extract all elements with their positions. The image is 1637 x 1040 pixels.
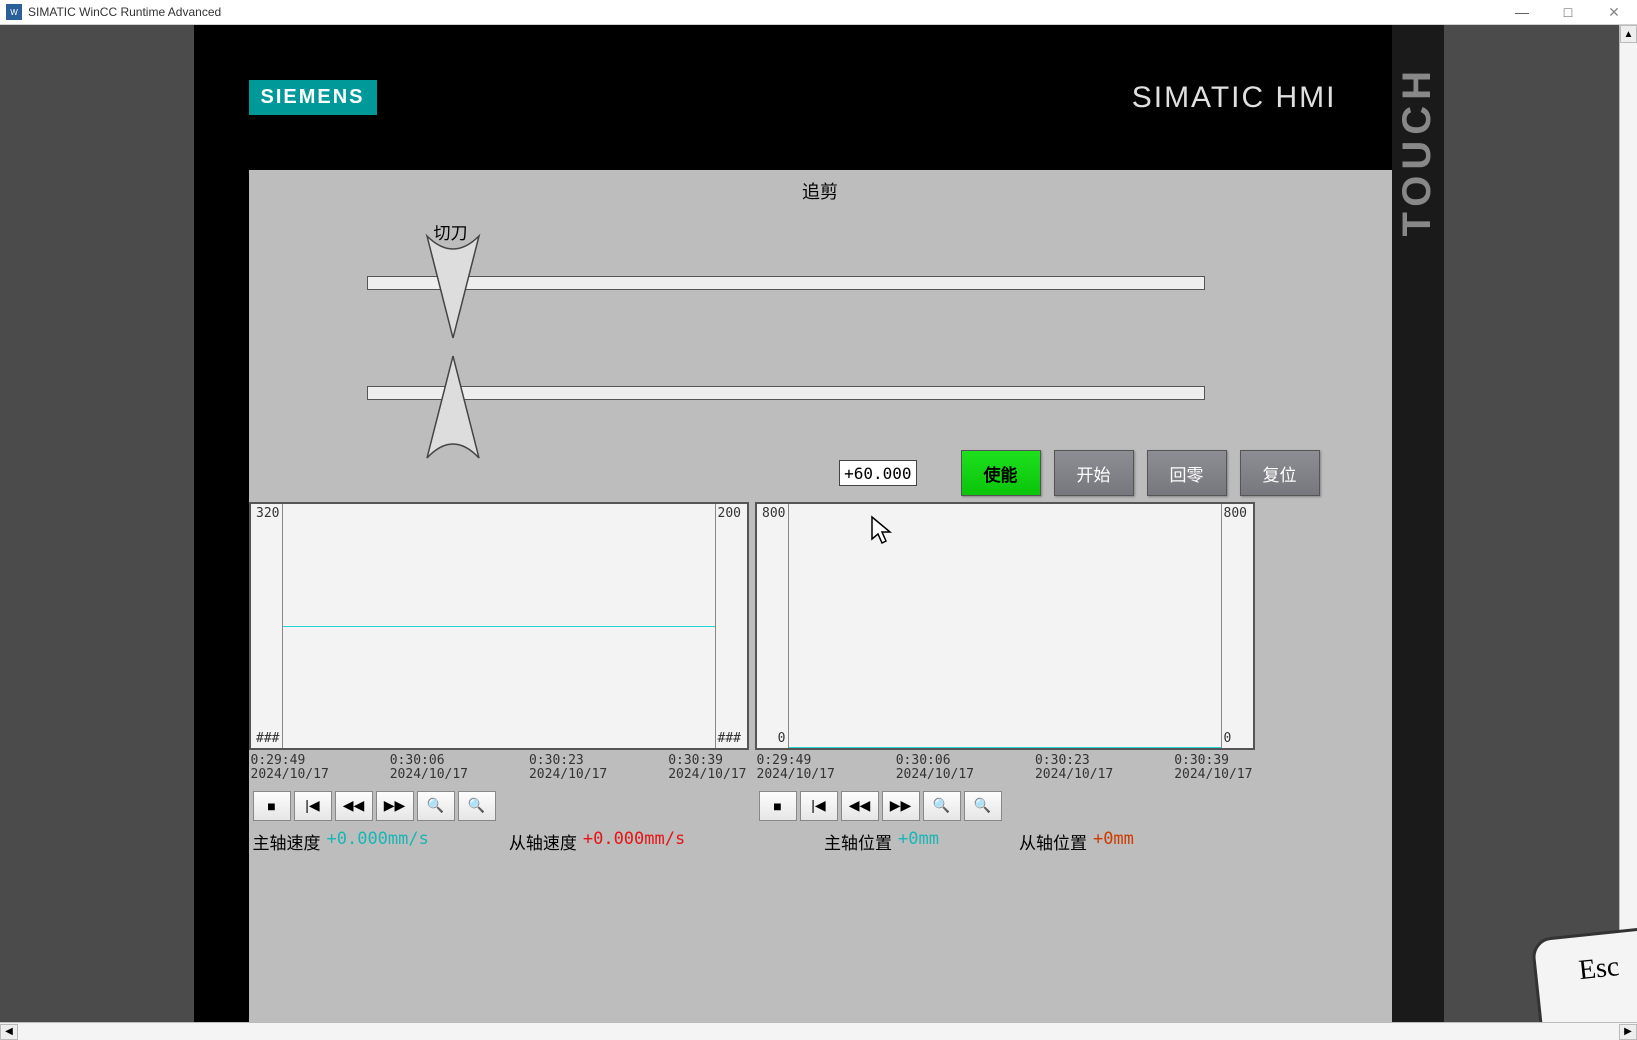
siemens-logo: SIEMENS bbox=[249, 80, 377, 115]
scroll-up-icon[interactable]: ▲ bbox=[1620, 25, 1637, 43]
trend-speed-y-right: 200 ### bbox=[715, 504, 747, 748]
status-row: 主轴速度 +0.000mm/s 从轴速度 +0.000mm/s 主轴位置 +0m… bbox=[249, 829, 1392, 854]
trend-row: 320 ### 200 ### bbox=[249, 496, 1392, 821]
trace-line bbox=[789, 747, 1221, 748]
plot-body bbox=[789, 504, 1221, 748]
esc-label: Esc bbox=[1577, 951, 1621, 987]
window-controls: — □ ✕ bbox=[1499, 0, 1637, 25]
plot-canvas bbox=[283, 504, 715, 748]
status-label: 主轴位置 bbox=[824, 829, 892, 854]
y-val: 800 bbox=[1224, 506, 1251, 521]
trend-zoomout-button[interactable]: 🔍 bbox=[458, 791, 496, 821]
trend-stop-button[interactable]: ■ bbox=[759, 791, 797, 821]
trend-first-button[interactable]: |◀ bbox=[294, 791, 332, 821]
trend-zoomout-button[interactable]: 🔍 bbox=[964, 791, 1002, 821]
trace-line bbox=[283, 626, 715, 627]
trend-zoomin-button[interactable]: 🔍 bbox=[923, 791, 961, 821]
plot-body bbox=[283, 504, 715, 748]
x-tick: 0:30:232024/10/17 bbox=[529, 754, 607, 783]
scroll-right-icon[interactable]: ▶ bbox=[1619, 1024, 1637, 1040]
y-val: 0 bbox=[759, 731, 786, 746]
app-icon: W bbox=[6, 4, 22, 20]
status-slave-speed: 从轴速度 +0.000mm/s bbox=[509, 829, 685, 854]
trend-forward-button[interactable]: ▶▶ bbox=[882, 791, 920, 821]
hmi-main: SIEMENS SIMATIC HMI 追剪 切刀 bbox=[194, 25, 1392, 1022]
trend-stop-button[interactable]: ■ bbox=[253, 791, 291, 821]
trend-speed-toolbar: ■ |◀ ◀◀ ▶▶ 🔍 🔍 bbox=[249, 791, 749, 821]
simatic-hmi-label: SIMATIC HMI bbox=[1132, 81, 1337, 115]
horizontal-scrollbar[interactable]: ◀ ▶ bbox=[0, 1022, 1637, 1040]
status-value: +0mm bbox=[1093, 829, 1134, 854]
viewport: SIEMENS SIMATIC HMI 追剪 切刀 bbox=[0, 25, 1637, 1022]
status-label: 主轴速度 bbox=[253, 829, 321, 854]
trend-plot-speed[interactable]: 320 ### 200 ### bbox=[249, 502, 749, 750]
trend-first-button[interactable]: |◀ bbox=[800, 791, 838, 821]
trend-plot-position[interactable]: 800 0 800 0 bbox=[755, 502, 1255, 750]
x-tick: 0:30:062024/10/17 bbox=[896, 754, 974, 783]
trend-pos-toolbar: ■ |◀ ◀◀ ▶▶ 🔍 🔍 bbox=[755, 791, 1255, 821]
trend-zoomin-button[interactable]: 🔍 bbox=[417, 791, 455, 821]
status-label: 从轴位置 bbox=[1019, 829, 1087, 854]
enable-button[interactable]: 使能 bbox=[961, 450, 1041, 496]
status-master-speed: 主轴速度 +0.000mm/s bbox=[253, 829, 429, 854]
trend-rewind-button[interactable]: ◀◀ bbox=[335, 791, 373, 821]
scroll-track[interactable] bbox=[1620, 43, 1637, 1004]
cutter-top-icon bbox=[425, 232, 481, 342]
status-position-group: 主轴位置 +0mm 从轴位置 +0mm bbox=[820, 829, 1392, 854]
vertical-scrollbar[interactable]: ▲ ▼ bbox=[1619, 25, 1637, 1022]
x-tick: 0:29:492024/10/17 bbox=[757, 754, 835, 783]
page-title: 追剪 bbox=[249, 178, 1392, 204]
hmi-frame: SIEMENS SIMATIC HMI 追剪 切刀 bbox=[194, 25, 1444, 1022]
x-tick: 0:29:492024/10/17 bbox=[251, 754, 329, 783]
reset-button[interactable]: 复位 bbox=[1240, 450, 1320, 496]
status-value: +0.000mm/s bbox=[327, 829, 429, 854]
cutter-diagram: 切刀 使能 开始 回零 复位 bbox=[249, 216, 1392, 496]
material-top-bar bbox=[367, 276, 1205, 290]
status-value: +0.000mm/s bbox=[583, 829, 685, 854]
y-val: 0 bbox=[1224, 731, 1251, 746]
status-speed-group: 主轴速度 +0.000mm/s 从轴速度 +0.000mm/s bbox=[249, 829, 821, 854]
hmi-screen: 追剪 切刀 使能 开始 bbox=[249, 170, 1392, 1022]
status-master-position: 主轴位置 +0mm bbox=[824, 829, 939, 854]
cutter-bottom-icon bbox=[425, 352, 481, 462]
trend-pos-y-left: 800 0 bbox=[757, 504, 789, 748]
target-value-input[interactable] bbox=[839, 460, 917, 486]
touch-label: TOUCH bbox=[1395, 65, 1440, 236]
x-tick: 0:30:392024/10/17 bbox=[668, 754, 746, 783]
home-button[interactable]: 回零 bbox=[1147, 450, 1227, 496]
x-tick: 0:30:062024/10/17 bbox=[390, 754, 468, 783]
y-val: 800 bbox=[759, 506, 786, 521]
scroll-track[interactable] bbox=[18, 1024, 1619, 1040]
trend-pos-y-right: 800 0 bbox=[1221, 504, 1253, 748]
y-val: 320 bbox=[253, 506, 280, 521]
y-val: ### bbox=[253, 731, 280, 746]
close-button[interactable]: ✕ bbox=[1591, 0, 1637, 25]
control-row: 使能 开始 回零 复位 bbox=[839, 450, 1320, 496]
x-tick: 0:30:392024/10/17 bbox=[1174, 754, 1252, 783]
trend-speed-y-left: 320 ### bbox=[251, 504, 283, 748]
status-slave-position: 从轴位置 +0mm bbox=[1019, 829, 1134, 854]
y-val: 200 bbox=[718, 506, 745, 521]
material-bottom-bar bbox=[367, 386, 1205, 400]
window-titlebar: W SIMATIC WinCC Runtime Advanced — □ ✕ bbox=[0, 0, 1637, 25]
trend-rewind-button[interactable]: ◀◀ bbox=[841, 791, 879, 821]
status-value: +0mm bbox=[898, 829, 939, 854]
trend-panel-speed: 320 ### 200 ### bbox=[249, 502, 749, 821]
start-button[interactable]: 开始 bbox=[1054, 450, 1134, 496]
status-label: 从轴速度 bbox=[509, 829, 577, 854]
window-title: SIMATIC WinCC Runtime Advanced bbox=[28, 5, 221, 19]
plot-canvas bbox=[789, 504, 1221, 748]
touch-tab: TOUCH bbox=[1392, 25, 1444, 1022]
esc-key-graphic: Esc bbox=[1531, 926, 1637, 1022]
scroll-left-icon[interactable]: ◀ bbox=[0, 1024, 18, 1040]
brand-bar: SIEMENS SIMATIC HMI bbox=[194, 25, 1392, 170]
maximize-button[interactable]: □ bbox=[1545, 0, 1591, 25]
trend-panel-position: 800 0 800 0 bbox=[755, 502, 1255, 821]
y-val: ### bbox=[718, 731, 745, 746]
trend-pos-x-ticks: 0:29:492024/10/17 0:30:062024/10/17 0:30… bbox=[755, 750, 1255, 787]
minimize-button[interactable]: — bbox=[1499, 0, 1545, 25]
x-tick: 0:30:232024/10/17 bbox=[1035, 754, 1113, 783]
trend-speed-x-ticks: 0:29:492024/10/17 0:30:062024/10/17 0:30… bbox=[249, 750, 749, 787]
trend-forward-button[interactable]: ▶▶ bbox=[376, 791, 414, 821]
